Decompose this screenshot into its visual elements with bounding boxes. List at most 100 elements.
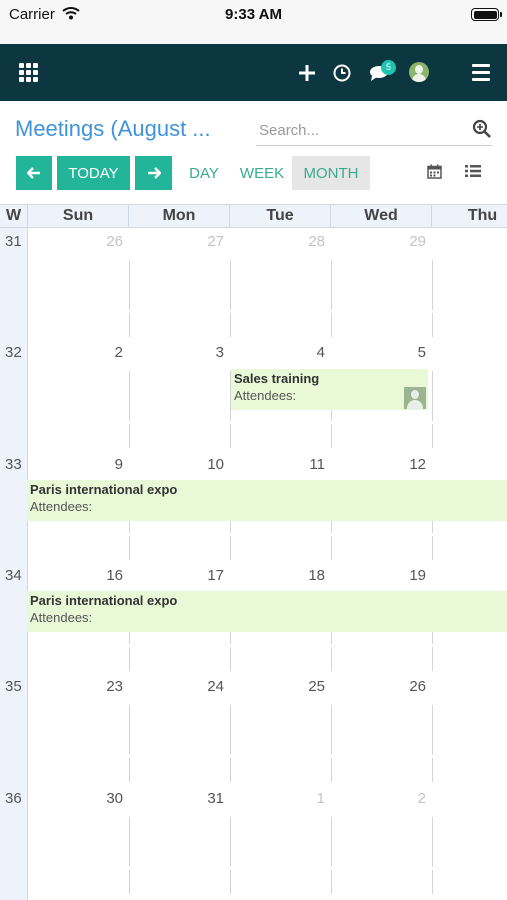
day-number[interactable]: 31 — [194, 790, 224, 807]
week-column-header: W — [0, 204, 28, 228]
grid-divider — [129, 313, 130, 337]
grid-divider — [331, 260, 332, 310]
grid-divider — [432, 313, 433, 337]
arrow-right-icon — [147, 167, 161, 179]
grid-divider — [331, 313, 332, 337]
grid-divider — [432, 816, 433, 867]
event-title: Sales training — [234, 371, 320, 386]
next-button[interactable] — [135, 156, 172, 190]
week-number: 33 — [5, 455, 22, 473]
day-number[interactable]: 18 — [295, 567, 325, 584]
top-navbar — [0, 44, 507, 101]
day-number[interactable]: 26 — [93, 233, 123, 250]
search-zoom-icon[interactable] — [472, 119, 492, 144]
day-number[interactable]: 1 — [295, 790, 325, 807]
grid-divider — [129, 260, 130, 310]
hamburger-menu-icon[interactable] — [468, 44, 494, 101]
grid-divider — [129, 758, 130, 783]
day-header-tue: Tue — [230, 204, 331, 228]
grid-divider — [331, 869, 332, 894]
event-attendees-label: Attendees: — [234, 388, 297, 403]
day-number[interactable]: 26 — [396, 678, 426, 695]
day-number[interactable]: 17 — [194, 567, 224, 584]
day-header-sun: Sun — [28, 204, 129, 228]
day-header-thu: Thu — [432, 204, 507, 228]
week-number: 36 — [5, 789, 22, 807]
day-number[interactable]: 10 — [194, 456, 224, 473]
day-header-mon: Mon — [129, 204, 230, 228]
day-number[interactable]: 29 — [396, 233, 426, 250]
prev-button[interactable] — [16, 156, 52, 190]
grid-divider — [331, 646, 332, 671]
user-avatar[interactable] — [409, 62, 429, 82]
grid-divider — [129, 371, 130, 422]
grid-divider — [230, 758, 231, 783]
search-input[interactable] — [256, 116, 456, 144]
day-header-wed: Wed — [331, 204, 432, 228]
week-number: 35 — [5, 678, 22, 696]
grid-divider — [331, 816, 332, 867]
grid-divider — [432, 705, 433, 756]
event-paris-expo-week33[interactable]: Paris international expo Attendees: — [27, 480, 507, 521]
month-calendar: W Sun Mon Tue Wed Thu 31 26 27 28 29 32 2 3 4 5 33… — [0, 204, 507, 900]
page-title: Meetings (August ... — [15, 116, 211, 141]
view-day-button[interactable]: DAY — [180, 156, 228, 190]
view-week-button[interactable]: WEEK — [234, 156, 290, 190]
calendar-view-icon[interactable] — [427, 164, 442, 184]
view-month-button[interactable]: MONTH — [292, 156, 370, 190]
day-number[interactable]: 4 — [295, 344, 325, 361]
grid-divider — [230, 260, 231, 310]
day-number[interactable]: 25 — [295, 678, 325, 695]
day-number[interactable]: 5 — [396, 344, 426, 361]
event-sales-training[interactable]: Sales training Attendees: — [231, 369, 428, 410]
notification-badge: 5 — [381, 60, 396, 75]
event-attendees-label: Attendees: — [30, 610, 93, 625]
week-number: 34 — [5, 566, 22, 584]
day-number[interactable]: 11 — [295, 456, 325, 473]
day-number[interactable]: 16 — [93, 567, 123, 584]
list-view-icon[interactable] — [465, 164, 481, 183]
clock-icon[interactable] — [331, 44, 353, 101]
grid-divider — [129, 535, 130, 560]
search-box — [256, 116, 492, 146]
arrow-left-icon — [27, 167, 40, 179]
week-number: 31 — [5, 233, 22, 250]
event-paris-expo-week34[interactable]: Paris international expo Attendees: — [27, 591, 507, 632]
grid-divider — [432, 371, 433, 422]
day-number[interactable]: 9 — [93, 456, 123, 473]
day-number[interactable]: 3 — [194, 344, 224, 361]
grid-divider — [331, 705, 332, 756]
grid-divider — [230, 535, 231, 560]
week-number: 32 — [5, 344, 22, 362]
grid-divider — [230, 705, 231, 756]
event-attendees-label: Attendees: — [30, 499, 93, 514]
day-number[interactable]: 24 — [194, 678, 224, 695]
grid-divider — [432, 869, 433, 894]
grid-divider — [432, 535, 433, 560]
day-number[interactable]: 2 — [396, 790, 426, 807]
plus-icon[interactable] — [296, 44, 318, 101]
attendee-avatar — [404, 387, 426, 409]
grid-divider — [331, 535, 332, 560]
today-button[interactable]: TODAY — [57, 156, 130, 190]
grid-divider — [129, 424, 130, 449]
apps-grid-icon[interactable] — [17, 44, 39, 101]
grid-divider — [230, 424, 231, 449]
day-number[interactable]: 23 — [93, 678, 123, 695]
day-number[interactable]: 12 — [396, 456, 426, 473]
grid-divider — [230, 816, 231, 867]
day-number[interactable]: 2 — [93, 344, 123, 361]
day-number[interactable]: 28 — [295, 233, 325, 250]
grid-divider — [129, 646, 130, 671]
battery-icon — [471, 8, 502, 21]
grid-divider — [230, 313, 231, 337]
day-number[interactable]: 27 — [194, 233, 224, 250]
grid-divider — [432, 646, 433, 671]
day-number[interactable]: 19 — [396, 567, 426, 584]
grid-divider — [432, 424, 433, 449]
grid-divider — [432, 260, 433, 310]
status-time: 9:33 AM — [225, 6, 282, 23]
status-bar: Carrier 9:33 AM — [0, 0, 507, 44]
day-number[interactable]: 30 — [93, 790, 123, 807]
grid-divider — [331, 424, 332, 449]
